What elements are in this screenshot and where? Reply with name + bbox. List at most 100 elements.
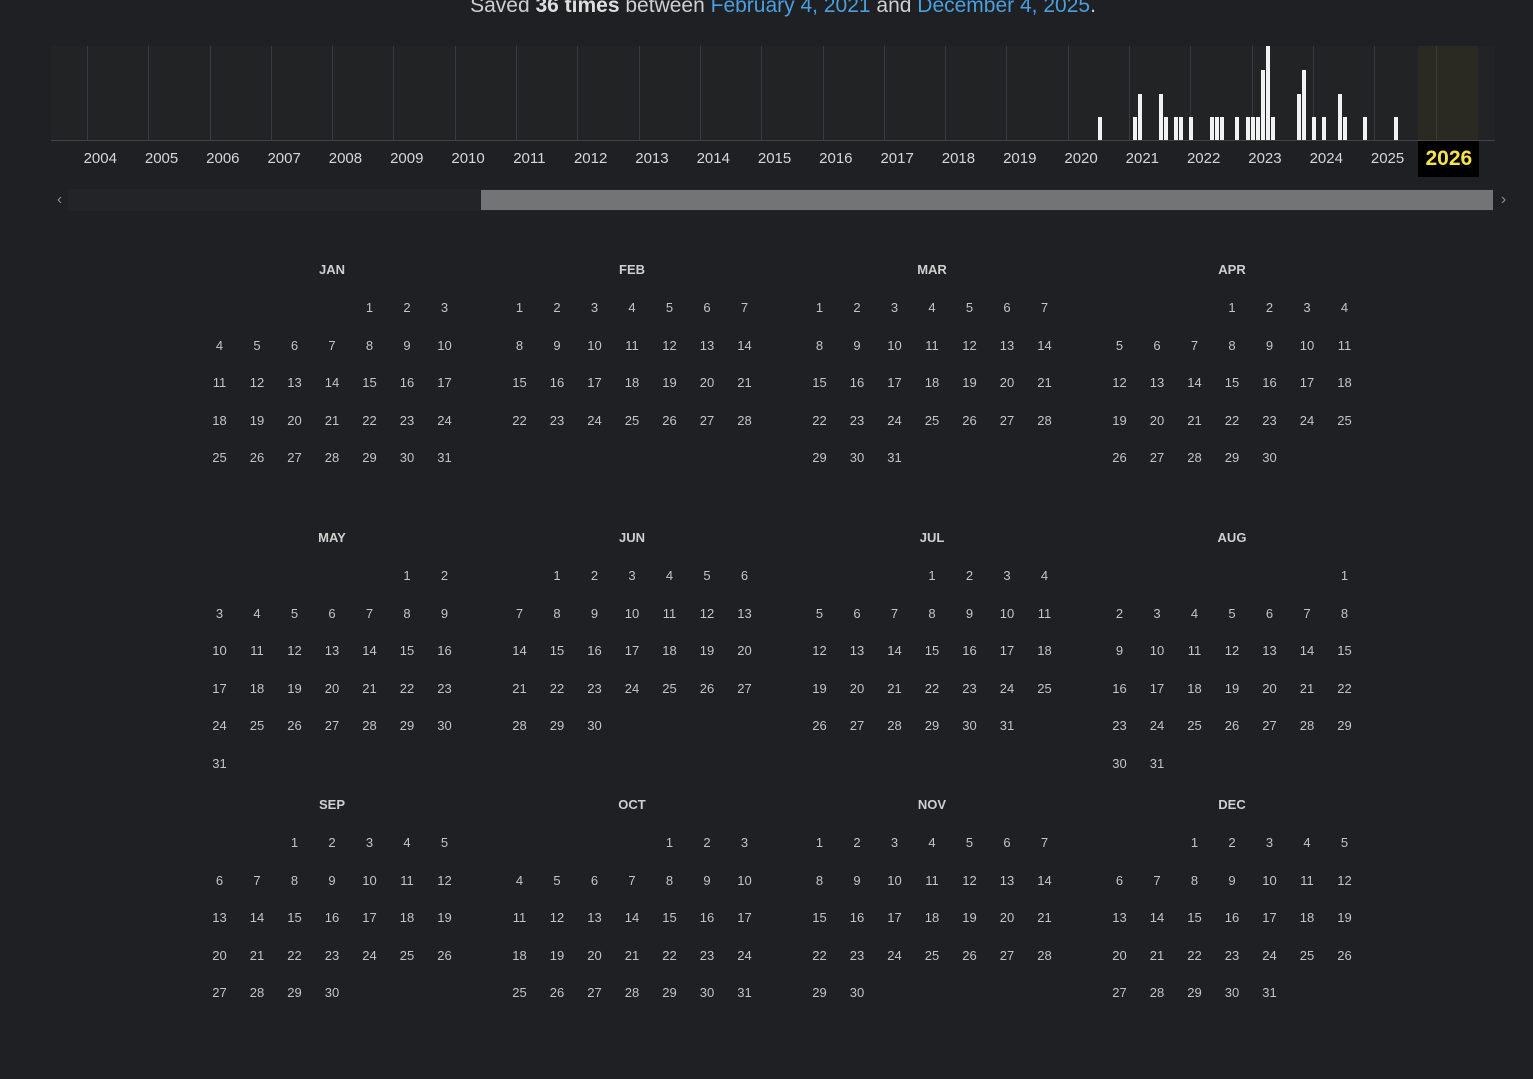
calendar-day[interactable]: 1: [1176, 835, 1213, 850]
calendar-day[interactable]: 1: [501, 300, 538, 315]
calendar-day[interactable]: 19: [1326, 910, 1363, 925]
calendar-day[interactable]: 13: [1251, 643, 1288, 658]
year-2008[interactable]: 2008: [315, 141, 376, 177]
calendar-day[interactable]: 30: [1251, 450, 1288, 465]
calendar-day[interactable]: 9: [1251, 338, 1288, 353]
calendar-day[interactable]: 16: [314, 910, 351, 925]
calendar-day[interactable]: 5: [651, 300, 688, 315]
calendar-day[interactable]: 4: [914, 835, 951, 850]
calendar-day[interactable]: 18: [914, 910, 951, 925]
calendar-day[interactable]: 9: [389, 338, 426, 353]
calendar-day[interactable]: 24: [576, 413, 613, 428]
calendar-day[interactable]: 8: [801, 873, 838, 888]
calendar-day[interactable]: 20: [689, 375, 726, 390]
calendar-day[interactable]: 19: [951, 375, 988, 390]
calendar-day[interactable]: 13: [989, 338, 1026, 353]
scroll-left-icon[interactable]: ‹: [51, 189, 68, 211]
calendar-day[interactable]: 17: [726, 910, 763, 925]
calendar-day[interactable]: 5: [951, 300, 988, 315]
calendar-day[interactable]: 29: [1176, 985, 1213, 1000]
calendar-day[interactable]: 26: [239, 450, 276, 465]
calendar-day[interactable]: 8: [1326, 606, 1363, 621]
calendar-day[interactable]: 7: [351, 606, 388, 621]
calendar-day[interactable]: 2: [1101, 606, 1138, 621]
capture-bar[interactable]: [1220, 117, 1225, 141]
calendar-day[interactable]: 5: [1326, 835, 1363, 850]
calendar-day[interactable]: 9: [689, 873, 726, 888]
calendar-day[interactable]: 8: [389, 606, 426, 621]
calendar-day[interactable]: 13: [201, 910, 238, 925]
year-2023[interactable]: 2023: [1234, 141, 1295, 177]
calendar-day[interactable]: 6: [989, 835, 1026, 850]
calendar-day[interactable]: 16: [426, 643, 463, 658]
calendar-day[interactable]: 17: [1289, 375, 1326, 390]
year-2016[interactable]: 2016: [805, 141, 866, 177]
calendar-day[interactable]: 3: [876, 300, 913, 315]
calendar-day[interactable]: 22: [1326, 681, 1363, 696]
calendar-day[interactable]: 30: [839, 450, 876, 465]
calendar-day[interactable]: 13: [276, 375, 313, 390]
calendar-day[interactable]: 12: [539, 910, 576, 925]
calendar-day[interactable]: 5: [276, 606, 313, 621]
calendar-day[interactable]: 10: [201, 643, 238, 658]
capture-bar[interactable]: [1250, 117, 1255, 141]
calendar-day[interactable]: 19: [276, 681, 313, 696]
calendar-day[interactable]: 8: [539, 606, 576, 621]
calendar-day[interactable]: 20: [576, 948, 613, 963]
calendar-day[interactable]: 7: [501, 606, 538, 621]
calendar-day[interactable]: 15: [1214, 375, 1251, 390]
calendar-day[interactable]: 7: [614, 873, 651, 888]
calendar-day[interactable]: 25: [1326, 413, 1363, 428]
calendar-day[interactable]: 11: [1176, 643, 1213, 658]
calendar-day[interactable]: 2: [1214, 835, 1251, 850]
calendar-day[interactable]: 17: [426, 375, 463, 390]
calendar-day[interactable]: 25: [614, 413, 651, 428]
calendar-day[interactable]: 6: [1101, 873, 1138, 888]
calendar-day[interactable]: 1: [1214, 300, 1251, 315]
calendar-day[interactable]: 19: [426, 910, 463, 925]
calendar-day[interactable]: 13: [314, 643, 351, 658]
calendar-day[interactable]: 4: [1289, 835, 1326, 850]
calendar-day[interactable]: 11: [614, 338, 651, 353]
calendar-day[interactable]: 10: [989, 606, 1026, 621]
calendar-day[interactable]: 4: [1326, 300, 1363, 315]
calendar-day[interactable]: 4: [614, 300, 651, 315]
calendar-day[interactable]: 13: [576, 910, 613, 925]
calendar-day[interactable]: 20: [1139, 413, 1176, 428]
calendar-day[interactable]: 31: [726, 985, 763, 1000]
calendar-day[interactable]: 20: [276, 413, 313, 428]
year-2012[interactable]: 2012: [560, 141, 621, 177]
calendar-day[interactable]: 26: [951, 948, 988, 963]
calendar-day[interactable]: 4: [501, 873, 538, 888]
calendar-day[interactable]: 28: [726, 413, 763, 428]
calendar-day[interactable]: 9: [1101, 643, 1138, 658]
calendar-day[interactable]: 13: [1101, 910, 1138, 925]
calendar-day[interactable]: 28: [351, 718, 388, 733]
calendar-day[interactable]: 14: [1289, 643, 1326, 658]
calendar-day[interactable]: 10: [726, 873, 763, 888]
calendar-day[interactable]: 16: [389, 375, 426, 390]
calendar-day[interactable]: 23: [314, 948, 351, 963]
calendar-day[interactable]: 13: [1139, 375, 1176, 390]
calendar-day[interactable]: 15: [1176, 910, 1213, 925]
calendar-day[interactable]: 28: [1139, 985, 1176, 1000]
calendar-day[interactable]: 6: [839, 606, 876, 621]
calendar-day[interactable]: 14: [501, 643, 538, 658]
calendar-day[interactable]: 18: [1289, 910, 1326, 925]
calendar-day[interactable]: 10: [351, 873, 388, 888]
calendar-day[interactable]: 6: [276, 338, 313, 353]
calendar-day[interactable]: 31: [1251, 985, 1288, 1000]
calendar-day[interactable]: 20: [989, 375, 1026, 390]
calendar-day[interactable]: 7: [726, 300, 763, 315]
calendar-day[interactable]: 30: [689, 985, 726, 1000]
calendar-day[interactable]: 2: [426, 568, 463, 583]
calendar-day[interactable]: 22: [276, 948, 313, 963]
calendar-day[interactable]: 11: [1326, 338, 1363, 353]
scroll-right-icon[interactable]: ›: [1495, 189, 1512, 211]
calendar-day[interactable]: 21: [726, 375, 763, 390]
calendar-day[interactable]: 21: [1139, 948, 1176, 963]
calendar-day[interactable]: 22: [539, 681, 576, 696]
calendar-day[interactable]: 25: [1026, 681, 1063, 696]
calendar-day[interactable]: 27: [1251, 718, 1288, 733]
calendar-day[interactable]: 2: [689, 835, 726, 850]
